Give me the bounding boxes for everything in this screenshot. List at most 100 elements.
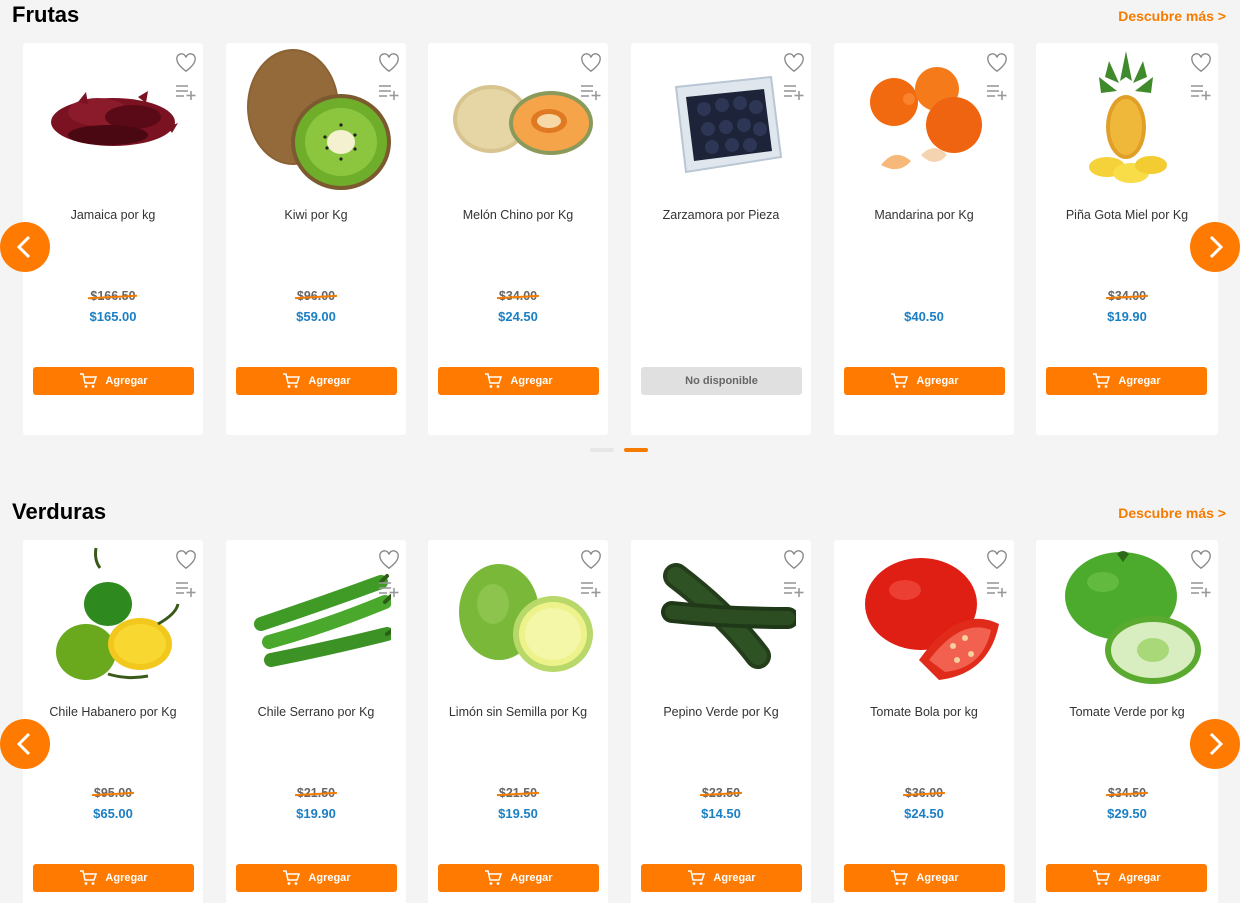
product-name[interactable]: Zarzamora por Pieza: [631, 208, 811, 222]
carousel-pagination: [590, 448, 650, 454]
product-image-tomate[interactable]: [849, 544, 999, 694]
product-card[interactable]: Tomate Verde por kg $34.50 $29.50 Agrega…: [1036, 540, 1218, 903]
add-to-list-icon[interactable]: [378, 580, 400, 598]
add-to-list-icon[interactable]: [580, 580, 602, 598]
button-label: Agregar: [1118, 375, 1161, 387]
button-label: Agregar: [510, 375, 553, 387]
heart-icon[interactable]: [175, 550, 197, 570]
add-to-cart-button[interactable]: Agregar: [438, 367, 599, 395]
old-price: $166.50: [23, 289, 203, 303]
heart-icon[interactable]: [986, 550, 1008, 570]
price: $19.90: [1107, 309, 1147, 324]
product-card[interactable]: Jamaica por kg $166.50 $165.00 Agregar: [23, 43, 203, 435]
price: $19.90: [296, 806, 336, 821]
add-to-cart-button[interactable]: Agregar: [1046, 367, 1207, 395]
old-price-text: $166.50: [90, 289, 136, 303]
button-label: Agregar: [510, 872, 553, 884]
product-name[interactable]: Chile Habanero por Kg: [23, 705, 203, 719]
add-to-cart-button[interactable]: Agregar: [1046, 864, 1207, 892]
section-frutas: Frutas Descubre más > Jamaica por kg $16…: [0, 0, 1240, 460]
add-to-list-icon[interactable]: [783, 580, 805, 598]
heart-icon[interactable]: [378, 53, 400, 73]
product-card[interactable]: Pepino Verde por Kg $23.50 $14.50 Agrega…: [631, 540, 811, 903]
add-to-cart-button[interactable]: Agregar: [844, 367, 1005, 395]
price: $165.00: [89, 309, 137, 324]
add-to-cart-button[interactable]: Agregar: [33, 864, 194, 892]
add-to-list-icon[interactable]: [1190, 83, 1212, 101]
product-image-zarzamora[interactable]: [646, 47, 796, 197]
heart-icon[interactable]: [378, 550, 400, 570]
cart-icon: [80, 870, 98, 885]
carousel-next-button[interactable]: [1190, 222, 1240, 272]
product-name[interactable]: Pepino Verde por Kg: [631, 705, 811, 719]
heart-icon[interactable]: [580, 550, 602, 570]
product-image-pina[interactable]: [1051, 47, 1201, 197]
heart-icon[interactable]: [783, 53, 805, 73]
add-to-cart-button[interactable]: Agregar: [438, 864, 599, 892]
old-price: $21.50: [428, 786, 608, 800]
button-label: Agregar: [105, 375, 148, 387]
product-image-melon[interactable]: [443, 47, 593, 197]
heart-icon[interactable]: [986, 53, 1008, 73]
product-image-limon[interactable]: [443, 544, 593, 694]
add-to-list-icon[interactable]: [175, 83, 197, 101]
product-name[interactable]: Tomate Verde por kg: [1036, 705, 1218, 719]
carousel-next-button[interactable]: [1190, 719, 1240, 769]
heart-icon[interactable]: [1190, 53, 1212, 73]
product-image-serrano[interactable]: [241, 544, 391, 694]
add-to-list-icon[interactable]: [986, 580, 1008, 598]
product-image-tomate-verde[interactable]: [1051, 544, 1201, 694]
product-name[interactable]: Tomate Bola por kg: [834, 705, 1014, 719]
product-card[interactable]: Chile Serrano por Kg $21.50 $19.90 Agreg…: [226, 540, 406, 903]
section-title: Frutas: [12, 2, 80, 27]
add-to-cart-button[interactable]: Agregar: [844, 864, 1005, 892]
product-image-habanero[interactable]: [38, 544, 188, 694]
add-to-list-icon[interactable]: [378, 83, 400, 101]
product-card[interactable]: Melón Chino por Kg $34.00 $24.50 Agregar: [428, 43, 608, 435]
add-to-cart-button[interactable]: Agregar: [236, 367, 397, 395]
button-label: Agregar: [713, 872, 756, 884]
add-to-list-icon[interactable]: [580, 83, 602, 101]
add-to-list-icon[interactable]: [175, 580, 197, 598]
add-to-list-icon[interactable]: [1190, 580, 1212, 598]
product-name[interactable]: Mandarina por Kg: [834, 208, 1014, 222]
product-name[interactable]: Limón sin Semilla por Kg: [428, 705, 608, 719]
heart-icon[interactable]: [1190, 550, 1212, 570]
product-card[interactable]: Zarzamora por Pieza No disponible: [631, 43, 811, 435]
heart-icon[interactable]: [175, 53, 197, 73]
add-to-list-icon[interactable]: [783, 83, 805, 101]
product-name[interactable]: Melón Chino por Kg: [428, 208, 608, 222]
carousel-prev-button[interactable]: [0, 719, 50, 769]
product-card[interactable]: Mandarina por Kg $40.50 Agregar: [834, 43, 1014, 435]
product-name[interactable]: Chile Serrano por Kg: [226, 705, 406, 719]
old-price-text: $34.50: [1107, 786, 1147, 800]
product-name[interactable]: Jamaica por kg: [23, 208, 203, 222]
product-image-jamaica[interactable]: [38, 47, 188, 197]
price: $14.50: [701, 806, 741, 821]
product-image-kiwi[interactable]: [241, 47, 391, 197]
add-to-cart-button[interactable]: Agregar: [641, 864, 802, 892]
product-card[interactable]: Chile Habanero por Kg $95.00 $65.00 Agre…: [23, 540, 203, 903]
product-name[interactable]: Kiwi por Kg: [226, 208, 406, 222]
discover-more-link[interactable]: Descubre más >: [1118, 505, 1226, 521]
heart-icon[interactable]: [580, 53, 602, 73]
carousel-dot-2[interactable]: [624, 448, 648, 452]
product-card[interactable]: Kiwi por Kg $96.00 $59.00 Agregar: [226, 43, 406, 435]
carousel-dot-1[interactable]: [590, 448, 614, 452]
add-to-list-icon[interactable]: [986, 83, 1008, 101]
price: $59.00: [296, 309, 336, 324]
discover-more-link[interactable]: Descubre más >: [1118, 8, 1226, 24]
carousel-prev-button[interactable]: [0, 222, 50, 272]
add-to-cart-button[interactable]: Agregar: [236, 864, 397, 892]
add-to-cart-button[interactable]: Agregar: [33, 367, 194, 395]
cart-icon: [485, 870, 503, 885]
button-label: Agregar: [308, 375, 351, 387]
product-card[interactable]: Tomate Bola por kg $36.00 $24.50 Agregar: [834, 540, 1014, 903]
product-image-pepino[interactable]: [646, 544, 796, 694]
product-name[interactable]: Piña Gota Miel por Kg: [1036, 208, 1218, 222]
button-label: Agregar: [105, 872, 148, 884]
product-card[interactable]: Limón sin Semilla por Kg $21.50 $19.50 A…: [428, 540, 608, 903]
product-image-mandarina[interactable]: [849, 47, 999, 197]
cart-icon: [891, 373, 909, 388]
heart-icon[interactable]: [783, 550, 805, 570]
